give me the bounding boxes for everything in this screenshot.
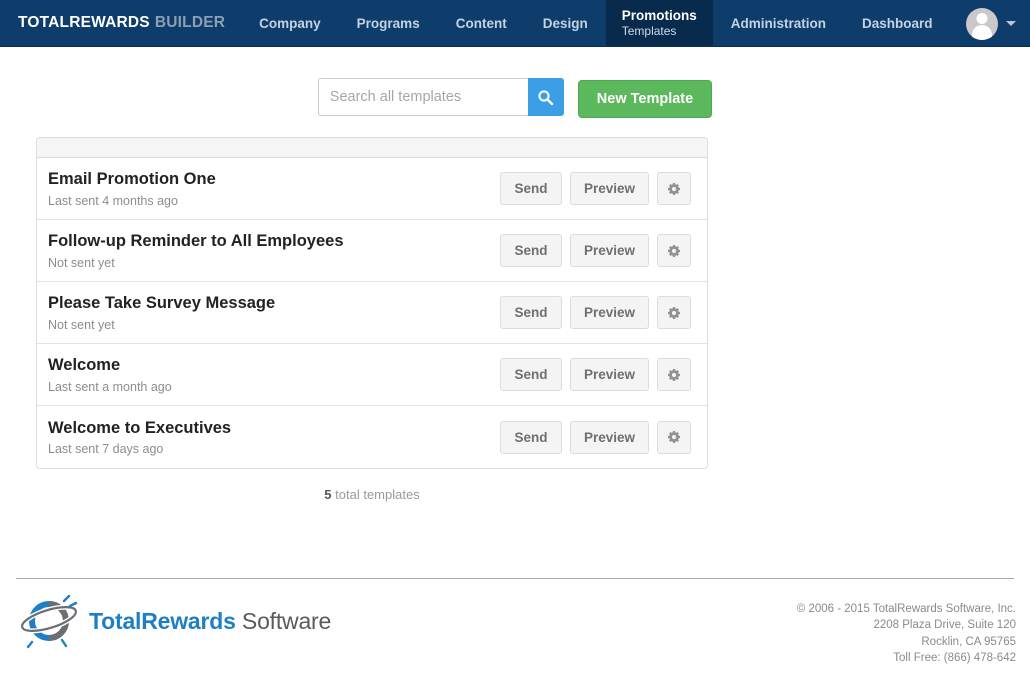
totalrewards-globe-logo (18, 592, 80, 650)
send-button[interactable]: Send (499, 172, 562, 205)
gear-icon (666, 181, 682, 197)
settings-button[interactable] (657, 234, 691, 267)
new-template-button[interactable]: New Template (577, 80, 713, 118)
nav-item-design[interactable]: Design (525, 0, 606, 46)
table-row[interactable]: Welcome Last sent a month ago Send Previ… (37, 344, 707, 406)
footer-phone: Toll Free: (866) 478-642 (893, 651, 1016, 664)
search-input[interactable] (317, 78, 528, 116)
footer-city: Rocklin, CA 95765 (921, 635, 1016, 648)
row-actions: Send Preview (499, 358, 691, 391)
brand-secondary: BUILDER (154, 14, 226, 31)
row-info: Email Promotion One Last sent 4 months a… (48, 169, 216, 208)
logo-text-primary: TotalRewards (89, 607, 236, 634)
chevron-down-icon (1006, 21, 1016, 26)
panel-header-strip (37, 138, 707, 158)
row-actions: Send Preview (499, 234, 691, 267)
gear-icon (666, 429, 682, 445)
templates-toolbar: New Template (0, 47, 1030, 118)
send-button[interactable]: Send (499, 358, 562, 391)
footer-logo: TotalRewards Software (18, 592, 331, 650)
page-content: New Template Email Promotion One Last se… (0, 47, 1030, 502)
gear-icon (666, 367, 682, 383)
nav-item-dashboard[interactable]: Dashboard (844, 0, 951, 46)
total-count: 5 (324, 487, 332, 502)
preview-button[interactable]: Preview (569, 172, 649, 205)
table-row[interactable]: Please Take Survey Message Not sent yet … (37, 282, 707, 344)
row-actions: Send Preview (499, 172, 691, 205)
brand-primary: TOTALREWARDS (18, 14, 150, 31)
settings-button[interactable] (657, 296, 691, 329)
total-suffix: total templates (335, 487, 420, 502)
nav-item-label: Promotions (621, 8, 697, 23)
search-group (317, 78, 564, 116)
table-row[interactable]: Follow-up Reminder to All Employees Not … (37, 220, 707, 282)
template-status: Not sent yet (48, 317, 115, 332)
nav-item-label: Company (259, 15, 321, 31)
preview-button[interactable]: Preview (569, 234, 649, 267)
template-status: Last sent a month ago (48, 379, 172, 394)
preview-button[interactable]: Preview (569, 296, 649, 329)
top-navbar: TOTALREWARDS BUILDER Company Programs Co… (0, 0, 1030, 47)
template-title: Welcome (48, 356, 121, 375)
search-button[interactable] (527, 78, 564, 116)
app-brand[interactable]: TOTALREWARDS BUILDER (0, 0, 241, 46)
preview-button[interactable]: Preview (569, 420, 649, 454)
template-status: Last sent 7 days ago (48, 442, 164, 457)
logo-text-suffix: Software (241, 607, 332, 634)
nav-item-sublabel-templates: Templates (621, 24, 677, 38)
total-templates-label: 5 total templates (36, 469, 708, 502)
row-actions: Send Preview (499, 420, 691, 454)
nav-item-administration[interactable]: Administration (713, 0, 844, 46)
nav-item-label: Dashboard (862, 15, 933, 31)
nav-item-label: Administration (730, 15, 826, 31)
nav-item-label: Content (455, 15, 507, 31)
user-menu[interactable] (966, 0, 1016, 47)
primary-nav: Company Programs Content Design Promotio… (241, 0, 950, 46)
template-title: Welcome to Executives (48, 418, 232, 437)
footer-street: 2208 Plaza Drive, Suite 120 (873, 619, 1016, 632)
nav-item-company[interactable]: Company (241, 0, 339, 46)
footer-copyright: © 2006 - 2015 TotalRewards Software, Inc… (796, 603, 1016, 615)
template-title: Please Take Survey Message (48, 294, 276, 313)
gear-icon (666, 243, 682, 259)
row-info: Follow-up Reminder to All Employees Not … (48, 231, 344, 270)
footer-logo-text: TotalRewards Software (89, 608, 331, 635)
row-actions: Send Preview (499, 296, 691, 329)
nav-item-label: Design (542, 15, 588, 31)
page-footer: TotalRewards Software © 2006 - 2015 Tota… (0, 592, 1030, 666)
row-info: Welcome to Executives Last sent 7 days a… (48, 418, 231, 457)
settings-button[interactable] (657, 172, 691, 205)
template-title: Email Promotion One (48, 170, 216, 189)
user-avatar-icon (966, 7, 998, 40)
gear-icon (666, 305, 682, 321)
send-button[interactable]: Send (499, 234, 562, 267)
row-info: Welcome Last sent a month ago (48, 355, 172, 394)
template-status: Last sent 4 months ago (48, 193, 178, 208)
search-icon (537, 89, 554, 106)
footer-address: © 2006 - 2015 TotalRewards Software, Inc… (797, 592, 1016, 666)
table-row[interactable]: Welcome to Executives Last sent 7 days a… (37, 406, 707, 468)
send-button[interactable]: Send (499, 296, 562, 329)
nav-item-label: Programs (356, 15, 420, 31)
template-status: Not sent yet (48, 255, 115, 270)
settings-button[interactable] (657, 420, 691, 454)
table-row[interactable]: Email Promotion One Last sent 4 months a… (37, 158, 707, 220)
send-button[interactable]: Send (499, 420, 562, 454)
templates-panel: Email Promotion One Last sent 4 months a… (36, 137, 708, 469)
settings-button[interactable] (657, 358, 691, 391)
nav-item-promotions[interactable]: Promotions Templates (605, 0, 713, 46)
nav-item-programs[interactable]: Programs (339, 0, 438, 46)
nav-item-content[interactable]: Content (438, 0, 525, 46)
template-title: Follow-up Reminder to All Employees (48, 232, 344, 251)
row-info: Please Take Survey Message Not sent yet (48, 293, 275, 332)
footer-divider (16, 578, 1014, 579)
preview-button[interactable]: Preview (569, 358, 649, 391)
